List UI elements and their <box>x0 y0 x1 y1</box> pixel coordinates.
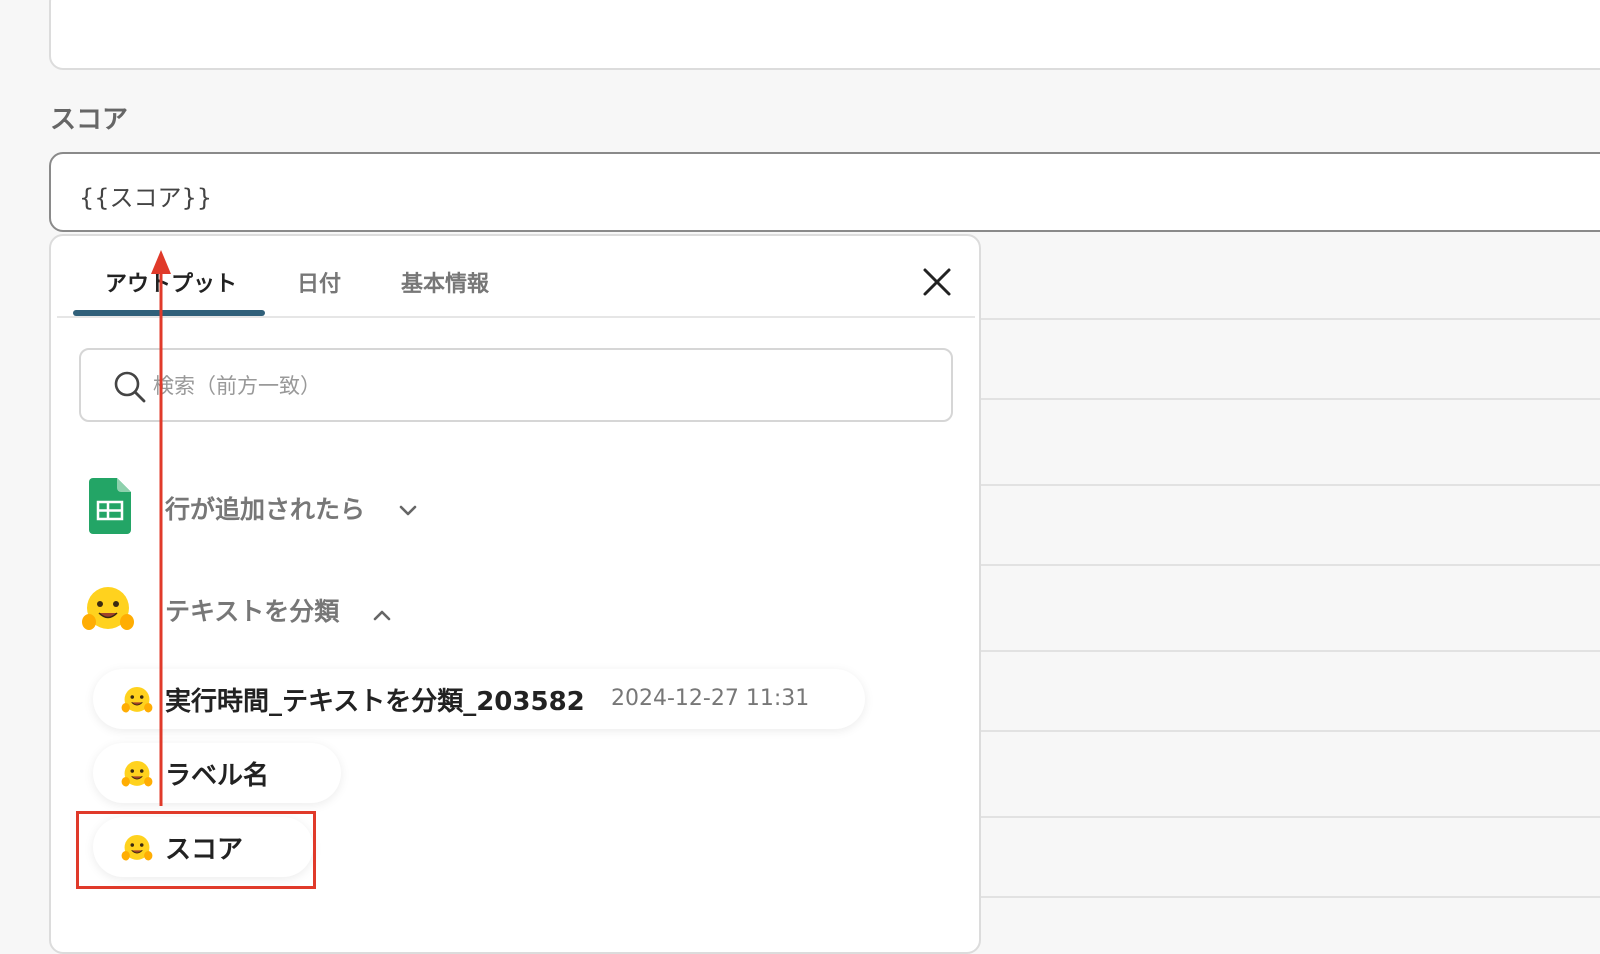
search-icon <box>114 371 146 403</box>
chevron-down-icon <box>399 505 417 516</box>
output-item-execution-time[interactable]: 実行時間_テキストを分類_203582 2024-12-27 11:31 <box>93 669 865 729</box>
item-sample-value: 2024-12-27 11:31 <box>611 686 810 711</box>
row-divider <box>980 318 1600 320</box>
row-divider <box>980 398 1600 400</box>
row-divider <box>980 484 1600 486</box>
score-field-label: スコア <box>50 105 129 135</box>
group-title: テキストを分類 <box>165 597 340 626</box>
row-divider <box>980 896 1600 898</box>
hugging-face-icon <box>82 587 134 630</box>
search-input[interactable] <box>151 360 935 412</box>
search-box <box>79 348 953 422</box>
tab-output[interactable]: アウトプット <box>105 266 237 298</box>
annotation-highlight-box <box>76 811 316 889</box>
close-icon[interactable] <box>919 264 955 300</box>
tab-basic-info[interactable]: 基本情報 <box>401 266 489 298</box>
group-row-added[interactable]: 行が追加されたら <box>81 478 481 538</box>
tab-date[interactable]: 日付 <box>297 266 341 298</box>
row-divider <box>980 650 1600 652</box>
google-sheets-icon <box>89 478 131 534</box>
row-divider <box>980 564 1600 566</box>
item-label: 実行時間_テキストを分類_203582 <box>165 687 585 717</box>
group-classify-text[interactable]: テキストを分類 <box>81 580 441 640</box>
previous-field[interactable] <box>49 0 1600 70</box>
item-label: ラベル名 <box>165 761 270 791</box>
score-input[interactable]: {{スコア}} <box>49 152 1600 232</box>
tab-divider <box>57 316 975 318</box>
score-input-value: {{スコア}} <box>79 184 213 212</box>
group-title: 行が追加されたら <box>165 495 366 524</box>
row-divider <box>980 730 1600 732</box>
hugging-face-icon <box>121 686 153 713</box>
chevron-up-icon <box>373 610 391 621</box>
output-item-label-name[interactable]: ラベル名 <box>93 743 341 803</box>
picker-tabs: アウトプット 日付 基本情報 <box>51 236 979 318</box>
row-divider <box>980 816 1600 818</box>
hugging-face-icon <box>121 760 153 787</box>
